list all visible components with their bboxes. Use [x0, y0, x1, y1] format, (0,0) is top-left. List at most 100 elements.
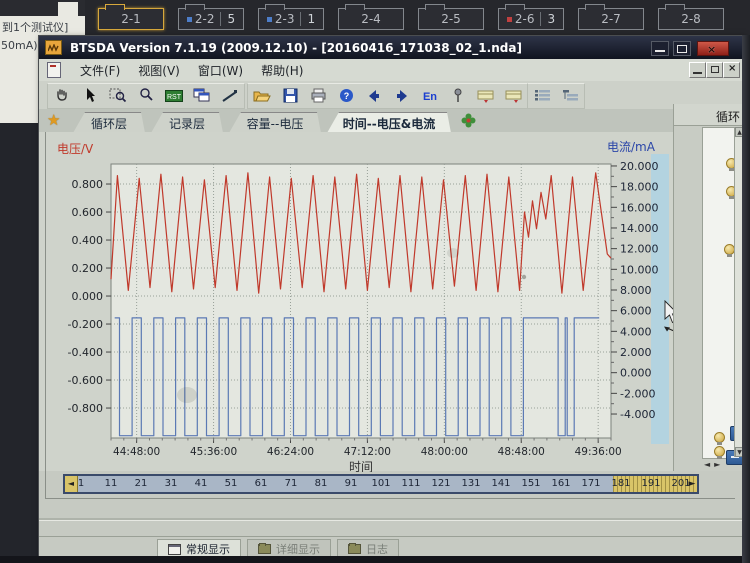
pan-hand-icon	[54, 87, 70, 107]
channel-tab-badge: 5	[220, 12, 235, 26]
channel-tab-badge: 1	[300, 12, 315, 26]
folder-icon	[258, 543, 271, 554]
view-tab-4[interactable]: 时间--电压&电流	[327, 112, 451, 133]
flower-icon[interactable]	[461, 113, 476, 132]
favorite-star-icon[interactable]: ★	[47, 111, 60, 129]
menu-W[interactable]: 窗口(W)	[189, 62, 252, 80]
screen-bezel-bottom	[0, 556, 750, 563]
child-close-icon: ×	[728, 63, 737, 74]
minimize-button[interactable]	[651, 41, 669, 56]
channel-tab-label: 2-6	[514, 12, 535, 26]
channel-tab-2-3[interactable]: 2-3 1	[258, 4, 324, 30]
child-minimize-button[interactable]	[689, 62, 706, 78]
toolbar-jump-back-button[interactable]	[360, 85, 388, 109]
channel-tab-2-1[interactable]: 2-1	[98, 4, 164, 30]
maximize-button[interactable]	[673, 41, 691, 56]
channel-tab-2-5[interactable]: 2-5	[418, 4, 484, 30]
x-tick-label: 45:36:00	[190, 446, 237, 458]
toolbar-jump-forward-button[interactable]	[388, 85, 416, 109]
ruler-number: 1	[77, 478, 85, 489]
toolbar-select-arrow-button[interactable]	[76, 85, 104, 109]
ruler-number: 91	[344, 478, 358, 489]
toolbar-tree-view-button[interactable]	[556, 85, 584, 109]
data-prev-icon	[477, 88, 495, 107]
toolbar-list-view-button[interactable]	[528, 85, 556, 109]
panel-hscroll-arrows[interactable]: ◄►	[704, 460, 724, 469]
channel-tab-2-2[interactable]: 2-2 5	[178, 4, 244, 30]
y-right-tick-label: 18.000	[620, 181, 659, 194]
y-right-tick-label: 20.000	[620, 160, 659, 173]
zoom-icon	[138, 87, 154, 107]
smudge	[177, 387, 197, 403]
ruler-number: 191	[641, 478, 661, 489]
close-icon: ×	[707, 43, 717, 56]
ruler-number: 141	[491, 478, 511, 489]
splitter[interactable]	[39, 518, 743, 521]
view-tab-2[interactable]: 记录层	[151, 112, 223, 133]
axis-highlight-band	[651, 154, 669, 444]
help-icon: ?	[339, 88, 354, 107]
toolbar-data-next-button[interactable]	[500, 85, 528, 109]
menu-H[interactable]: 帮助(H)	[252, 62, 312, 80]
channel-tab-2-8[interactable]: 2-8	[658, 4, 724, 30]
ruler-number: 101	[371, 478, 391, 489]
close-button[interactable]: ×	[697, 41, 729, 56]
view-tab-1[interactable]: 循环层	[73, 112, 145, 133]
y-left-tick-label: -0.800	[68, 402, 103, 415]
y-left-tick-label: 0.000	[72, 290, 104, 303]
child-close-button[interactable]: ×	[723, 62, 740, 78]
background-text: 到1个测试仪]	[2, 21, 69, 34]
child-restore-button[interactable]	[706, 62, 723, 78]
open-file-icon	[253, 88, 271, 107]
title-bar[interactable]: BTSDA Version 7.1.19 (2009.12.10) - [201…	[39, 36, 743, 59]
toolbar-draw-line-button[interactable]	[216, 85, 244, 109]
ruler-right-arrow-icon[interactable]: ►	[685, 476, 697, 492]
background-window-fragment: 到1个测试仪]	[0, 16, 85, 35]
channel-tab-2-6[interactable]: 2-6 3	[498, 4, 564, 30]
background-text-2: 50mA)[V	[1, 39, 38, 52]
screen-bezel-right	[742, 35, 750, 563]
btsda-window: BTSDA Version 7.1.19 (2009.12.10) - [201…	[38, 35, 750, 563]
cascade-windows-icon	[193, 88, 211, 107]
channel-tab-2-4[interactable]: 2-4	[338, 4, 404, 30]
view-tab-3[interactable]: 容量--电压	[229, 112, 321, 133]
document-icon[interactable]	[47, 62, 61, 78]
x-axis-title: 时间	[349, 460, 373, 472]
window-icon	[168, 543, 181, 555]
toolbar-cascade-windows-button[interactable]	[188, 85, 216, 109]
speck	[521, 274, 527, 280]
y-left-axis-title: 电压/V	[57, 142, 94, 156]
status-tab-label: 详细显示	[276, 543, 320, 556]
channel-tab-bar: 2-1 2-2 5 2-3 1 2-4 2-5 2-6 3 2-7 2-8	[85, 0, 750, 35]
toolbar: RST? En	[39, 81, 743, 110]
channel-tab-2-7[interactable]: 2-7	[578, 4, 644, 30]
view-tab-label: 记录层	[168, 116, 205, 131]
toolbar-save-file-button[interactable]	[276, 85, 304, 109]
toolbar-reset-rst-button[interactable]: RST	[160, 85, 188, 109]
toolbar-data-prev-button[interactable]	[472, 85, 500, 109]
language-en-icon: En	[421, 88, 439, 107]
toolbar-open-file-button[interactable]	[248, 85, 276, 109]
toolbar-zoom-window-button[interactable]	[104, 85, 132, 109]
menu-V[interactable]: 视图(V)	[129, 62, 189, 80]
toolbar-print-button[interactable]	[304, 85, 332, 109]
ruler-number: 41	[194, 478, 208, 489]
toolbar-pan-hand-button[interactable]	[48, 85, 76, 109]
toolbar-help-button[interactable]: ?	[332, 85, 360, 109]
y-right-tick-label: 2.000	[620, 346, 652, 359]
toolbar-pin-marker-button[interactable]	[444, 85, 472, 109]
view-tab-bar: ★ 循环层 记录层 容量--电压 时间--电压&电流	[39, 109, 743, 133]
toolbar-zoom-button[interactable]	[132, 85, 160, 109]
draw-line-icon	[221, 88, 239, 107]
record-ruler[interactable]: ◄ 1 11 21 31 41 51 61 71 81 91 101 111 121 131 141 151 1…	[63, 474, 699, 494]
screen: 到1个测试仪] 50mA)[V 2-1 2-2 5 2-3 1 2-4 2-5 2-6 3 2-7…	[0, 0, 750, 563]
menu-F[interactable]: 文件(F)	[71, 62, 129, 80]
window-title: BTSDA Version 7.1.19 (2009.12.10) - [201…	[70, 40, 522, 55]
ruler-left-arrow-icon[interactable]: ◄	[65, 476, 78, 492]
ruler-number: 81	[314, 478, 328, 489]
toolbar-language-en-button[interactable]: En	[416, 85, 444, 109]
ruler-number: 11	[104, 478, 118, 489]
y-left-tick-label: 0.200	[72, 262, 104, 275]
frame-line	[45, 498, 735, 499]
bulb-icon	[714, 446, 725, 459]
